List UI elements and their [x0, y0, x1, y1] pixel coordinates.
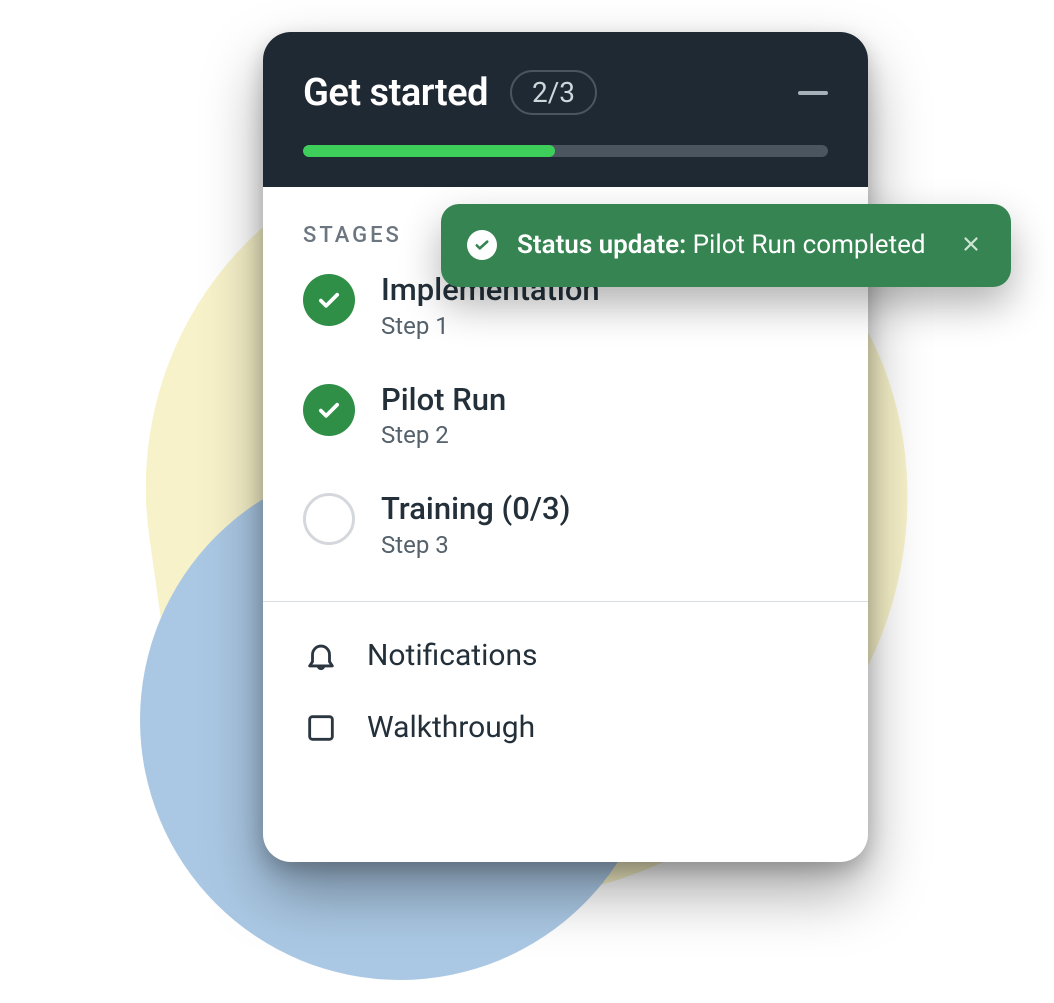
- stage-subtitle: Step 1: [381, 312, 600, 340]
- status-update-toast: Status update: Pilot Run completed: [441, 204, 1011, 287]
- toast-prefix: Status update:: [517, 230, 686, 260]
- stage-subtitle: Step 2: [381, 421, 506, 449]
- stage-title: Training (0/3): [381, 491, 570, 527]
- toast-body: Pilot Run completed: [693, 230, 926, 260]
- stage-title: Pilot Run: [381, 382, 506, 418]
- onboarding-card: Get started 2/3 STAGES Implementation St…: [263, 32, 868, 862]
- toast-message: Status update: Pilot Run completed: [517, 228, 937, 263]
- close-icon[interactable]: [957, 230, 985, 258]
- footer-list: Notifications Walkthrough: [303, 602, 828, 764]
- check-circle-icon: [303, 274, 355, 326]
- footer-item-walkthrough[interactable]: Walkthrough: [303, 692, 828, 764]
- bell-icon: [303, 638, 339, 674]
- progress-bar-fill: [303, 145, 555, 157]
- footer-item-label: Walkthrough: [367, 710, 535, 745]
- stage-subtitle: Step 3: [381, 531, 570, 559]
- walkthrough-icon: [303, 710, 339, 746]
- stage-pilot-run[interactable]: Pilot Run Step 2: [303, 382, 828, 450]
- footer-item-notifications[interactable]: Notifications: [303, 620, 828, 692]
- progress-bar-track: [303, 145, 828, 157]
- empty-circle-icon: [303, 493, 355, 545]
- minimize-icon[interactable]: [798, 91, 828, 95]
- progress-counter-badge: 2/3: [510, 70, 597, 115]
- card-header: Get started 2/3: [263, 32, 868, 187]
- stage-training[interactable]: Training (0/3) Step 3: [303, 491, 828, 559]
- footer-item-label: Notifications: [367, 638, 538, 673]
- header-title: Get started: [303, 71, 488, 115]
- check-circle-icon: [467, 230, 497, 260]
- check-circle-icon: [303, 384, 355, 436]
